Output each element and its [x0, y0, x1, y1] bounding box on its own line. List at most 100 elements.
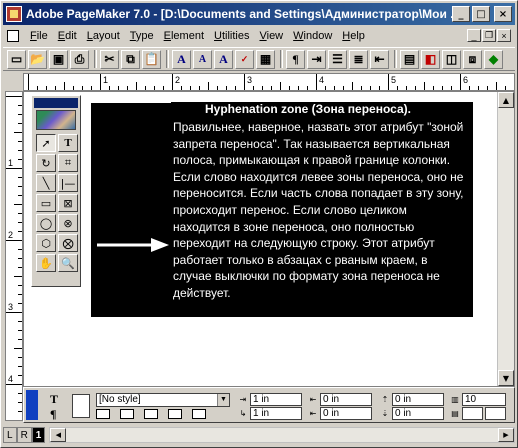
doc-restore-button[interactable]: ❐	[482, 29, 496, 42]
scroll-down-button[interactable]: ▼	[498, 370, 514, 386]
rectangle-tool-icon[interactable]: ▭	[36, 194, 56, 212]
print-icon[interactable]: ⎙	[70, 49, 89, 69]
indents-tabs-icon[interactable]: ⇥	[307, 49, 326, 69]
scroll-up-button[interactable]: ▲	[498, 92, 514, 108]
hyperlinks-icon[interactable]: ◆	[484, 49, 503, 69]
open-folder-icon[interactable]: 📂	[28, 49, 47, 69]
document-control-icon[interactable]	[7, 29, 19, 42]
menu-window[interactable]: Window	[288, 30, 337, 42]
first-indent-field[interactable]: 1 in	[250, 407, 302, 420]
cut-icon[interactable]: ✂	[100, 49, 119, 69]
ruler-tick	[199, 86, 200, 90]
title-bar[interactable]: Adobe PageMaker 7.0 - [D:\Documents and …	[3, 3, 515, 25]
polygon-tool-icon[interactable]: ⬡	[36, 234, 56, 252]
grid-align-buttons[interactable]	[462, 407, 506, 420]
ruler-tick	[18, 231, 22, 232]
colors-palette-icon[interactable]: ◧	[421, 49, 440, 69]
menu-help[interactable]: Help	[337, 30, 370, 42]
align-left-button[interactable]	[96, 409, 110, 419]
menu-utilities[interactable]: Utilities	[209, 30, 254, 42]
story-editor-icon[interactable]: ▦	[256, 49, 275, 69]
toolbar-separator	[166, 50, 169, 68]
space-after-field[interactable]: 0 in	[392, 407, 444, 420]
toolbox-palette[interactable]: ➚ T ↻ ⌗ ╲ |— ▭ ⊠ ◯ ⊗ ⬡ ⨂ ✋ 🔍	[31, 95, 81, 287]
rectangle-frame-tool-icon[interactable]: ⊠	[58, 194, 78, 212]
doc-minimize-button[interactable]: _	[467, 29, 481, 42]
left-indent-field[interactable]: 1 in	[250, 393, 302, 406]
toolbox-title-bar[interactable]	[34, 98, 78, 108]
pointer-tool-icon[interactable]: ➚	[36, 134, 56, 152]
doc-close-button[interactable]: ×	[497, 29, 511, 42]
paragraph-icon[interactable]: ¶	[286, 49, 305, 69]
paragraph-view-icon[interactable]: T ¶	[50, 392, 68, 421]
bold-text-icon[interactable]: A	[214, 49, 233, 69]
align-justify-button[interactable]	[168, 409, 182, 419]
ruler-tick	[469, 86, 470, 90]
ruler-tick	[127, 86, 128, 90]
horizontal-scrollbar[interactable]: ◀ ▶	[49, 427, 515, 443]
outdent-icon[interactable]: ⇤	[370, 49, 389, 69]
crop-tool-icon[interactable]: ⌗	[58, 154, 78, 172]
left-master-page-button[interactable]: L	[3, 427, 17, 443]
font-size-large-icon[interactable]: A	[172, 49, 191, 69]
grid-size-field[interactable]: 10	[462, 393, 506, 406]
styles-palette-icon[interactable]: ▤	[400, 49, 419, 69]
menu-file[interactable]: File	[25, 30, 53, 42]
paragraph-style-value: [No style]	[99, 394, 141, 405]
layers-palette-icon[interactable]: ◫	[442, 49, 461, 69]
scroll-left-button[interactable]: ◀	[50, 428, 67, 442]
close-button[interactable]: ×	[494, 6, 512, 22]
character-view-icon[interactable]	[72, 394, 90, 418]
text-tool-icon[interactable]: T	[58, 134, 78, 152]
right-indent-field-2[interactable]: 0 in	[320, 407, 372, 420]
ruler-tick	[424, 82, 425, 90]
polygon-frame-tool-icon[interactable]: ⨂	[58, 234, 78, 252]
align-force-justify-button[interactable]	[192, 409, 206, 419]
constrained-line-tool-icon[interactable]: |—	[58, 174, 78, 192]
rotate-tool-icon[interactable]: ↻	[36, 154, 56, 172]
minimize-button[interactable]: _	[452, 6, 470, 22]
right-master-page-button[interactable]: R	[16, 427, 32, 443]
ruler-tick	[325, 86, 326, 90]
ruler-tick	[6, 96, 22, 97]
control-palette-grip[interactable]	[26, 390, 38, 420]
ellipse-frame-tool-icon[interactable]: ⊗	[58, 214, 78, 232]
chevron-down-icon[interactable]: ▼	[217, 394, 229, 406]
ellipse-tool-icon[interactable]: ◯	[36, 214, 56, 232]
copy-icon[interactable]: ⧉	[121, 49, 140, 69]
menu-view[interactable]: View	[254, 30, 288, 42]
menu-type[interactable]: Type	[125, 30, 159, 42]
ruler-tick	[18, 249, 22, 250]
page-1-button[interactable]: 1	[31, 427, 46, 443]
ruler-label: 2	[175, 75, 181, 85]
ruler-tick	[6, 384, 22, 385]
space-before-field[interactable]: 0 in	[392, 393, 444, 406]
paste-icon[interactable]: 📋	[142, 49, 161, 69]
menu-element[interactable]: Element	[159, 30, 209, 42]
ruler-tick	[154, 86, 155, 90]
bullets-icon[interactable]: ☰	[328, 49, 347, 69]
align-center-button[interactable]	[120, 409, 134, 419]
menu-edit[interactable]: Edit	[53, 30, 82, 42]
vertical-ruler[interactable]: 12345	[5, 91, 23, 421]
paragraph-style-select[interactable]: [No style] ▼	[96, 393, 230, 407]
save-icon[interactable]: ▣	[49, 49, 68, 69]
spellcheck-icon[interactable]: ✓	[235, 49, 254, 69]
vertical-scrollbar[interactable]: ▲ ▼	[497, 92, 514, 386]
line-tool-icon[interactable]: ╲	[36, 174, 56, 192]
menu-layout[interactable]: Layout	[82, 30, 125, 42]
maximize-button[interactable]: □	[472, 6, 490, 22]
zoom-tool-icon[interactable]: 🔍	[58, 254, 78, 272]
ruler-tick	[18, 177, 22, 178]
ruler-tick	[379, 86, 380, 90]
scroll-right-button[interactable]: ▶	[498, 428, 514, 442]
horizontal-ruler[interactable]: 1234567	[23, 73, 515, 91]
font-size-small-icon[interactable]: A	[193, 49, 212, 69]
align-right-button[interactable]	[144, 409, 158, 419]
pagemaker-app-icon[interactable]	[6, 6, 22, 22]
numbering-icon[interactable]: ≣	[349, 49, 368, 69]
master-pages-icon[interactable]: ⧈	[463, 49, 482, 69]
hand-tool-icon[interactable]: ✋	[36, 254, 56, 272]
right-indent-field[interactable]: 0 in	[320, 393, 372, 406]
new-document-icon[interactable]: ▭	[7, 49, 26, 69]
